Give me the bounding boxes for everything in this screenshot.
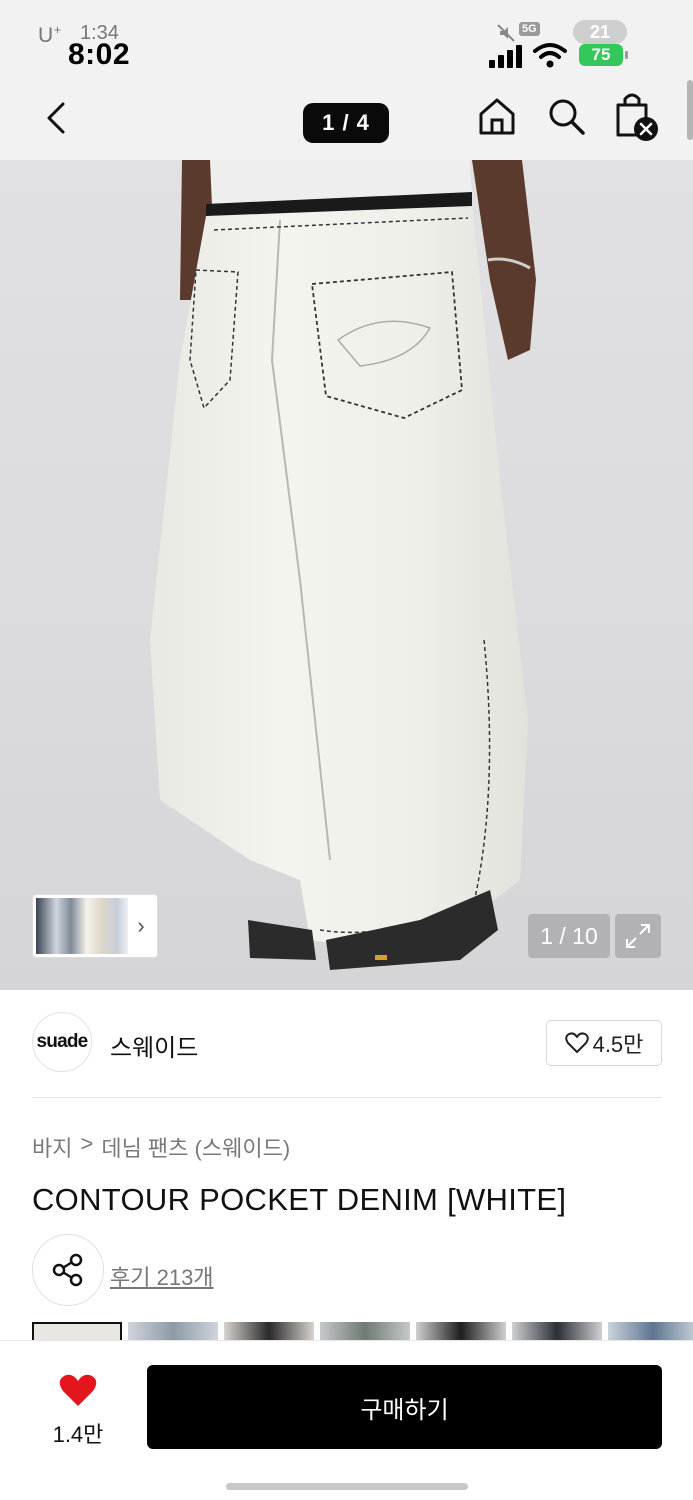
home-button[interactable] <box>474 88 520 144</box>
brand-like-count: 4.5만 <box>592 1032 644 1057</box>
ghost-battery-badge: 21 <box>573 20 627 44</box>
breadcrumb-subcategory[interactable]: 데님 팬츠 (스웨이드) <box>101 1131 290 1163</box>
review-link[interactable]: 후기 213개 <box>110 1260 214 1292</box>
brand-like-button[interactable]: 4.5만 <box>546 1020 662 1066</box>
search-icon <box>549 99 585 135</box>
status-time: 8:02 <box>68 38 131 71</box>
share-button[interactable] <box>32 1234 104 1306</box>
product-photo-illustration <box>150 160 536 970</box>
brand-name[interactable]: 스웨이드 <box>110 1028 198 1063</box>
brand-row: suade 스웨이드 4.5만 <box>0 990 693 1098</box>
color-option-thumb[interactable] <box>320 1322 410 1342</box>
color-option-thumb[interactable] <box>128 1322 218 1342</box>
search-button[interactable] <box>543 88 589 144</box>
cart-button[interactable] <box>610 86 664 148</box>
battery-cap <box>625 51 628 59</box>
divider <box>32 1097 662 1098</box>
color-option-thumb[interactable] <box>512 1322 602 1342</box>
color-option-thumb[interactable] <box>224 1322 314 1342</box>
share-icon <box>52 1253 83 1287</box>
expand-icon <box>626 924 650 948</box>
breadcrumb-category[interactable]: 바지 <box>32 1131 72 1163</box>
home-icon <box>479 98 515 135</box>
brand-logo[interactable]: suade <box>32 1012 92 1072</box>
wishlist-button[interactable]: 1.4만 <box>42 1369 114 1449</box>
color-option-thumb[interactable] <box>416 1322 506 1342</box>
heart-outline-icon <box>564 1032 589 1053</box>
cellular-signal-icon <box>489 45 522 68</box>
page-counter: 1 / 4 <box>303 103 389 143</box>
heart-filled-icon <box>59 1374 97 1406</box>
color-option-thumb[interactable] <box>32 1322 122 1342</box>
thumbnail-strip[interactable]: › <box>32 894 158 958</box>
mute-icon <box>497 24 515 42</box>
breadcrumb-separator: > <box>80 1131 94 1156</box>
back-arrow-icon <box>47 102 65 134</box>
status-bar: U+ 1:34 8:02 5G 21 75 <box>0 0 693 80</box>
color-option-row <box>32 1322 693 1342</box>
scroll-indicator[interactable] <box>687 80 693 140</box>
top-nav-bar: 1 / 4 <box>0 80 693 160</box>
carrier-label: U+ <box>38 22 62 47</box>
color-option-thumb[interactable] <box>608 1322 693 1342</box>
bottom-action-bar: 1.4만 구매하기 <box>0 1340 693 1500</box>
battery-indicator: 75 <box>579 44 623 66</box>
shopping-bag-icon <box>616 93 658 141</box>
product-image[interactable] <box>0 160 693 990</box>
wishlist-count: 1.4만 <box>52 1422 104 1447</box>
back-button[interactable] <box>34 90 78 146</box>
breadcrumb: 바지 > 데님 팬츠 (스웨이드) <box>32 1131 290 1163</box>
product-title: CONTOUR POCKET DENIM [WHITE] <box>32 1182 567 1217</box>
home-indicator <box>226 1483 468 1490</box>
wifi-icon <box>533 43 567 68</box>
expand-button[interactable] <box>615 914 661 958</box>
network-badge: 5G <box>519 22 540 36</box>
status-icons: 5G 21 75 <box>473 18 663 74</box>
thumbnail-preview[interactable] <box>36 898 128 954</box>
buy-button[interactable]: 구매하기 <box>147 1365 662 1449</box>
chevron-right-icon[interactable]: › <box>128 913 154 939</box>
image-counter: 1 / 10 <box>528 914 610 958</box>
